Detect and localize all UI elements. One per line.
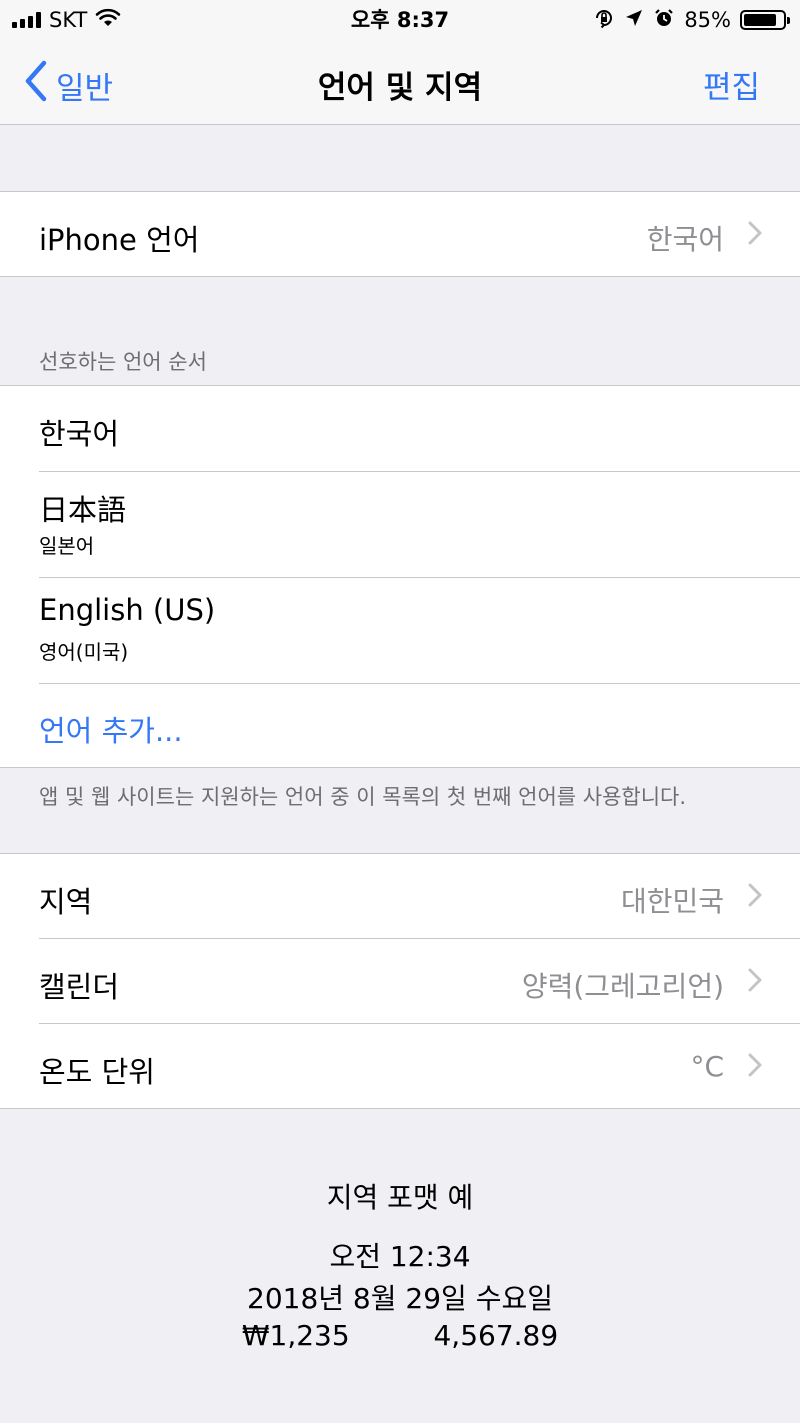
- page-title: 언어 및 지역: [317, 70, 483, 106]
- iphone-language-label: iPhone 언어: [39, 223, 200, 257]
- status-right: 85%: [593, 6, 790, 34]
- iphone-language-value: 한국어: [646, 223, 724, 256]
- format-example-currency: ₩1,235: [241, 1319, 350, 1352]
- language-row-korean[interactable]: 한국어: [0, 386, 800, 471]
- format-example-date: 2018년 8월 29일 수요일: [247, 1282, 553, 1315]
- chevron-right-icon: [748, 1053, 762, 1081]
- add-language-button[interactable]: 언어 추가...: [0, 684, 800, 767]
- language-name: 한국어: [39, 417, 120, 451]
- temperature-unit-label: 온도 단위: [39, 1055, 155, 1089]
- format-example-numbers: ₩1,235 4,567.89: [0, 1319, 800, 1352]
- format-example-time: 오전 12:34: [329, 1240, 471, 1273]
- iphone-language-group: iPhone 언어 한국어: [0, 191, 800, 277]
- alarm-icon: [653, 7, 675, 34]
- region-row[interactable]: 지역 대한민국: [0, 854, 800, 938]
- add-language-label: 언어 추가...: [39, 714, 183, 748]
- language-name: 日本語: [39, 493, 127, 527]
- battery-percent: 85%: [684, 8, 731, 32]
- language-row-english[interactable]: English (US) 영어(미국): [0, 578, 800, 683]
- language-row-japanese[interactable]: 日本語 일본어: [0, 472, 800, 577]
- iphone-language-row[interactable]: iPhone 언어 한국어: [0, 192, 800, 276]
- language-subtitle: 영어(미국): [39, 640, 129, 664]
- format-example-title: 지역 포맷 예: [326, 1181, 474, 1214]
- battery-icon: [740, 10, 790, 30]
- region-value: 대한민국: [620, 885, 724, 918]
- region-settings-group: 지역 대한민국 캘린더 양력(그레고리언) 온도 단위 °C: [0, 853, 800, 1109]
- calendar-value: 양력(그레고리언): [521, 970, 724, 1003]
- battery-fill: [744, 14, 776, 26]
- navigation-bar: 일반 언어 및 지역 편집: [0, 40, 800, 125]
- chevron-right-icon: [748, 883, 762, 911]
- calendar-row[interactable]: 캘린더 양력(그레고리언): [0, 939, 800, 1023]
- orientation-lock-icon: [593, 7, 615, 34]
- status-bar: SKT 오후 8:37 85%: [0, 0, 800, 40]
- preferred-languages-group: 한국어 日本語 일본어 English (US) 영어(미국) 언어 추가...: [0, 385, 800, 768]
- preferred-languages-header: 선호하는 언어 순서: [39, 350, 207, 374]
- language-name: English (US): [39, 593, 216, 627]
- format-example-number: 4,567.89: [433, 1319, 559, 1352]
- chevron-right-icon: [748, 968, 762, 996]
- region-label: 지역: [39, 885, 93, 919]
- calendar-label: 캘린더: [39, 970, 120, 1004]
- language-subtitle: 일본어: [39, 534, 95, 558]
- preferred-languages-footer: 앱 및 웹 사이트는 지원하는 언어 중 이 목록의 첫 번째 언어를 사용합니…: [39, 785, 687, 809]
- temperature-unit-value: °C: [690, 1050, 724, 1083]
- location-arrow-icon: [624, 8, 644, 33]
- temperature-unit-row[interactable]: 온도 단위 °C: [0, 1024, 800, 1108]
- edit-button[interactable]: 편집: [703, 62, 760, 107]
- chevron-right-icon: [748, 221, 762, 249]
